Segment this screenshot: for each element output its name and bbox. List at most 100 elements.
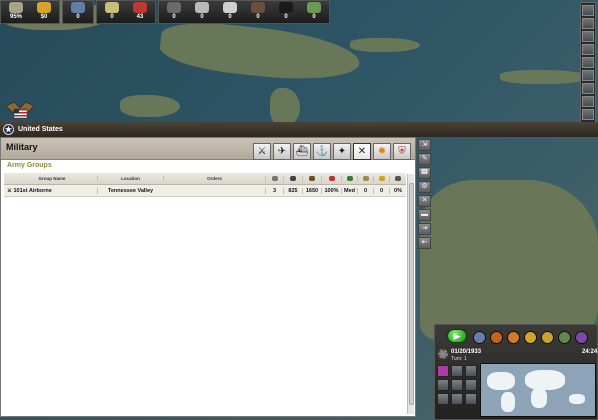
map-mode-button[interactable] (582, 5, 594, 16)
filter-button[interactable] (451, 393, 463, 405)
tank-icon (167, 2, 181, 13)
infantry-tab-icon[interactable]: ⚔ (253, 143, 271, 160)
production-button[interactable] (490, 331, 503, 344)
game-clock: 24:24 (582, 349, 598, 355)
military-button[interactable] (558, 331, 571, 344)
resource-metal[interactable]: 0 (245, 2, 271, 24)
map-land-island (350, 38, 420, 52)
map-mode-button[interactable] (582, 70, 594, 81)
window-title: Military (6, 142, 38, 152)
vertical-scrollbar[interactable] (407, 174, 414, 414)
resource-value: 95% (9, 14, 22, 20)
map-mode-button[interactable] (582, 31, 594, 42)
column-header-location[interactable]: Location (97, 176, 163, 181)
group-name-text: 101st Airborne (13, 187, 52, 194)
army-groups-table: Group Name Location Orders ⚔ 101st Airbo… (4, 173, 406, 197)
filter-button[interactable] (465, 379, 477, 391)
aircraft-tab-icon[interactable]: ✈ (273, 143, 291, 160)
ship-tab-icon[interactable]: ⛴ (293, 143, 311, 160)
resource-manpower[interactable]: 0 (65, 2, 91, 24)
filter-button[interactable] (465, 393, 477, 405)
resource-money[interactable]: $0 (31, 2, 57, 24)
resource-supplies[interactable]: 43 (127, 2, 153, 24)
nation-bar: ★ United States (0, 122, 598, 137)
column-header-organization[interactable] (321, 175, 341, 182)
column-header-soldiers[interactable] (283, 175, 302, 182)
filter-button[interactable] (437, 365, 449, 377)
quick-filter-grid (437, 365, 479, 405)
column-header-divisions[interactable] (265, 175, 283, 182)
statistics-button[interactable] (575, 331, 588, 344)
map-land-island (120, 95, 180, 117)
game-control-panel: ▶ 01/20/1933 Turn: 1 24:24 (434, 324, 598, 420)
military-side-buttons: ⇲ ✎ ☎ ⚙ ✕ ▬ ⇥ ⇤ (418, 139, 432, 255)
resource-rubber[interactable]: 0 (301, 2, 327, 24)
map-mode-button[interactable] (582, 109, 594, 120)
column-header-name[interactable]: Group Name (4, 176, 97, 181)
column-header-morale[interactable] (341, 175, 357, 182)
resource-leadership[interactable]: 95% (3, 2, 29, 24)
phone-button[interactable]: ☎ (418, 167, 431, 179)
filter-button[interactable] (437, 393, 449, 405)
minimap-land (487, 372, 515, 390)
politics-button[interactable] (524, 331, 537, 344)
intelligence-button[interactable] (541, 331, 554, 344)
crossed-swords-tab-icon[interactable]: ✕ (353, 143, 371, 160)
column-header-strength[interactable] (302, 175, 321, 182)
gear-icon[interactable] (438, 349, 448, 359)
column-header-supply[interactable] (357, 175, 373, 182)
explosion-tab-icon[interactable]: ✹ (373, 143, 391, 160)
map-mode-button[interactable] (582, 18, 594, 29)
resource-fuel[interactable]: 0 (273, 2, 299, 24)
strength-icon (309, 175, 315, 181)
star-icon (378, 175, 385, 181)
map-mode-button[interactable] (582, 57, 594, 68)
table-row[interactable]: ⚔ 101st Airborne Tennessee Valley 3 825 … (4, 185, 406, 197)
nation-name: United States (18, 126, 63, 133)
diplomacy-button[interactable] (473, 331, 486, 344)
expand-button[interactable]: ⇲ (418, 139, 431, 151)
edit-button[interactable]: ✎ (418, 153, 431, 165)
disband-button[interactable]: ✕ (418, 195, 431, 207)
resource-tank[interactable]: 0 (161, 2, 187, 24)
shield-tab-icon[interactable]: ⛨ (393, 143, 411, 160)
filter-button[interactable] (465, 365, 477, 377)
resource-industry[interactable]: 0 (189, 2, 215, 24)
metal-icon (251, 2, 265, 13)
air-force-tab-icon[interactable]: ✦ (333, 143, 351, 160)
minimap-land (525, 370, 565, 390)
resource-oil[interactable]: 0 (99, 2, 125, 24)
scrollbar-thumb[interactable] (409, 183, 414, 405)
filter-button[interactable] (437, 379, 449, 391)
bar-button[interactable]: ▬ (418, 209, 431, 221)
cell-value: Med (341, 187, 357, 194)
column-header-losses[interactable] (389, 175, 406, 182)
forward-button[interactable]: ⇥ (418, 223, 431, 235)
resource-group: 0 (62, 0, 94, 24)
section-title: Army Groups (7, 162, 52, 169)
column-header-orders[interactable]: Orders (163, 176, 265, 181)
column-header-experience[interactable] (373, 175, 389, 182)
world-minimap[interactable] (480, 363, 596, 417)
resource-group: 95% $0 (0, 0, 60, 24)
cell-value: 0 (373, 187, 389, 194)
resource-value: 0 (110, 14, 114, 20)
filter-button[interactable] (451, 379, 463, 391)
settings-button[interactable]: ⚙ (418, 181, 431, 193)
military-header: Military ⚔ ✈ ⛴ ⚓ ✦ ✕ ✹ ⛨ (1, 138, 415, 160)
minimap-land (501, 392, 515, 412)
divisions-icon (271, 175, 278, 181)
back-button[interactable]: ⇤ (418, 237, 431, 249)
play-button[interactable]: ▶ (447, 329, 467, 343)
nation-emblem[interactable] (4, 98, 36, 124)
map-mode-button[interactable] (582, 44, 594, 55)
anchor-tab-icon[interactable]: ⚓ (313, 143, 331, 160)
map-mode-button[interactable] (582, 83, 594, 94)
resource-group: 0 43 (96, 0, 156, 24)
resource-value: 0 (200, 14, 204, 20)
research-button[interactable] (507, 331, 520, 344)
map-mode-button[interactable] (582, 96, 594, 107)
filter-button[interactable] (451, 365, 463, 377)
map-land-island (500, 70, 590, 84)
resource-shell[interactable]: 0 (217, 2, 243, 24)
